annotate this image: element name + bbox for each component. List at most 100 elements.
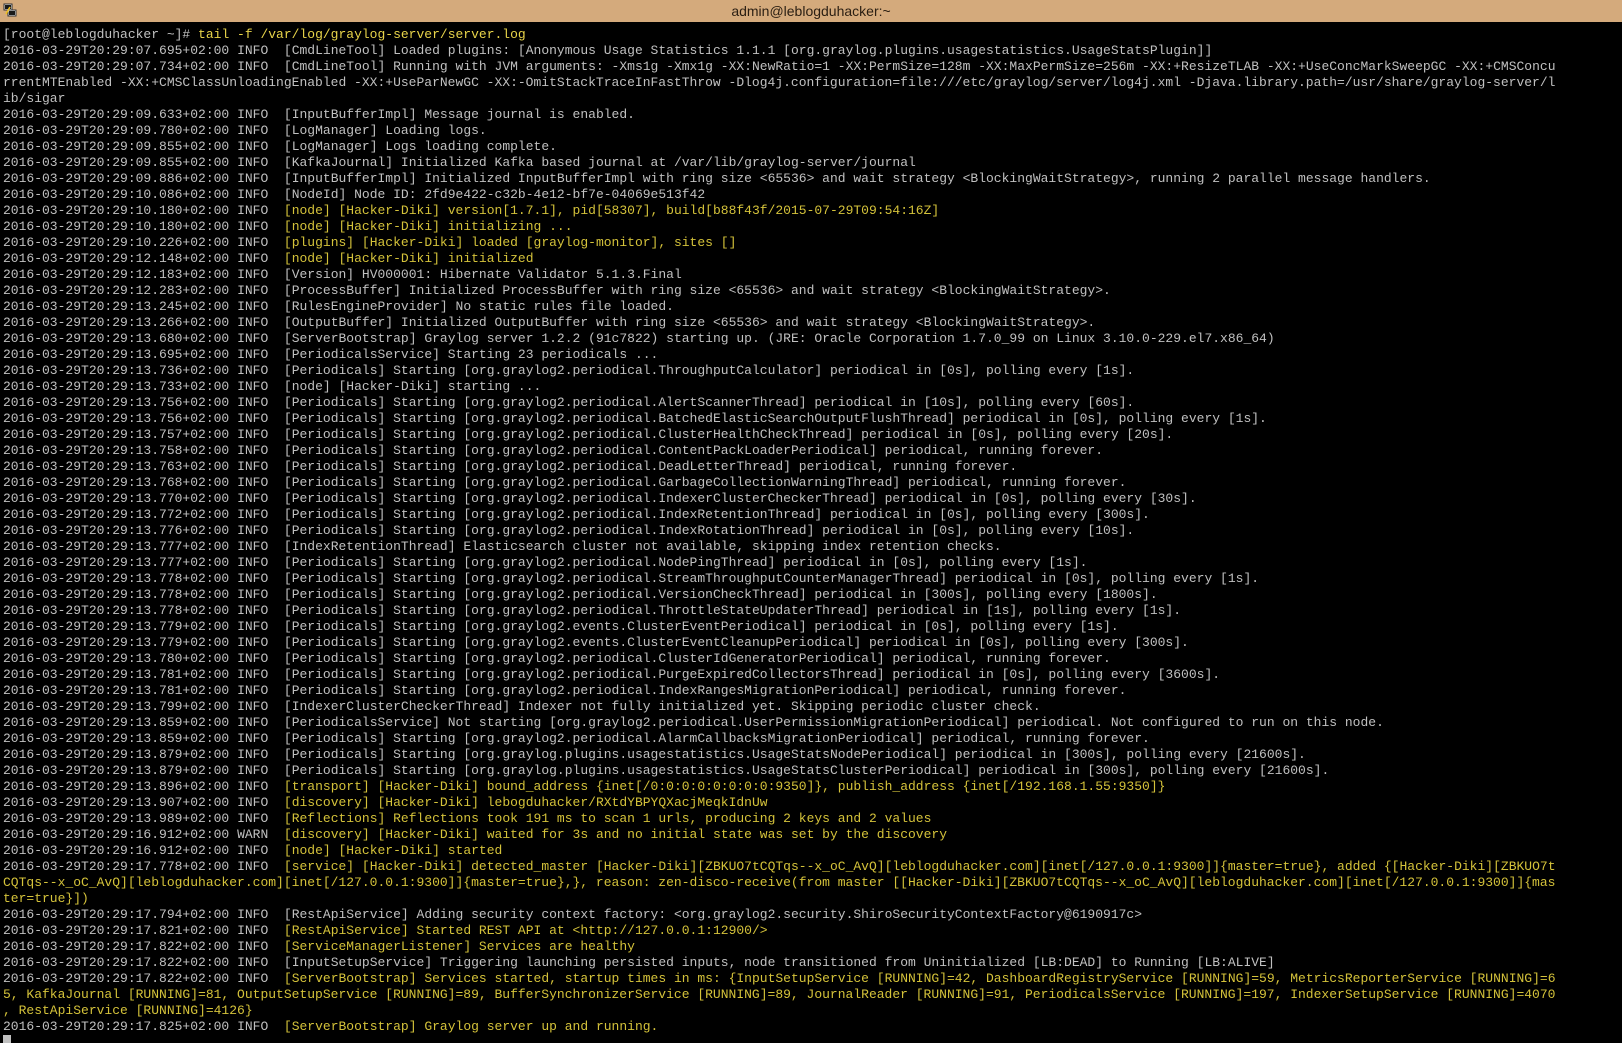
shell-prompt: [root@leblogduhacker ~]# — [3, 27, 199, 42]
log-timestamp: 2016-03-29T20:29:17.822+02:00 — [3, 939, 230, 954]
log-level: INFO — [237, 283, 277, 298]
log-timestamp: 2016-03-29T20:29:13.758+02:00 — [3, 443, 230, 458]
log-continuation: ib/sigar — [3, 91, 66, 106]
terminal-output[interactable]: [root@leblogduhacker ~]# tail -f /var/lo… — [0, 22, 1622, 1043]
log-message: [Periodicals] Starting [org.graylog2.per… — [283, 443, 1104, 458]
log-message: [RestApiService] Adding security context… — [283, 907, 1143, 922]
log-timestamp: 2016-03-29T20:29:13.680+02:00 — [3, 331, 230, 346]
log-continuation: 5, KafkaJournal [RUNNING]=81, OutputSetu… — [3, 987, 1556, 1002]
log-message: [KafkaJournal] Initialized Kafka based j… — [283, 155, 916, 170]
log-line: 2016-03-29T20:29:09.886+02:00 INFO [Inpu… — [3, 171, 1617, 187]
log-level: INFO — [237, 155, 277, 170]
log-timestamp: 2016-03-29T20:29:10.180+02:00 — [3, 203, 230, 218]
log-line: 2016-03-29T20:29:13.680+02:00 INFO [Serv… — [3, 331, 1617, 347]
terminal-window: admin@leblogduhacker:~ [root@leblogduhac… — [0, 0, 1622, 1043]
log-line: 2016-03-29T20:29:13.781+02:00 INFO [Peri… — [3, 683, 1617, 699]
log-message: [Reflections] Reflections took 191 ms to… — [283, 811, 932, 826]
log-level: INFO — [237, 123, 277, 138]
log-level: INFO — [237, 619, 277, 634]
log-line: 2016-03-29T20:29:09.855+02:00 INFO [LogM… — [3, 139, 1617, 155]
log-timestamp: 2016-03-29T20:29:13.781+02:00 — [3, 683, 230, 698]
log-message: [discovery] [Hacker-Diki] lebogduhacker/… — [283, 795, 768, 810]
log-line: 2016-03-29T20:29:13.757+02:00 INFO [Peri… — [3, 427, 1617, 443]
log-timestamp: 2016-03-29T20:29:17.822+02:00 — [3, 955, 230, 970]
log-level: INFO — [237, 459, 277, 474]
terminal-lines: [root@leblogduhacker ~]# tail -f /var/lo… — [3, 27, 1617, 1035]
log-timestamp: 2016-03-29T20:29:09.855+02:00 — [3, 155, 230, 170]
log-level: INFO — [237, 43, 277, 58]
log-timestamp: 2016-03-29T20:29:13.756+02:00 — [3, 395, 230, 410]
log-line: CQTqs--x_oC_AvQ][leblogduhacker.com][ine… — [3, 875, 1617, 891]
log-level: WARN — [237, 827, 277, 842]
log-level: INFO — [237, 443, 277, 458]
log-timestamp: 2016-03-29T20:29:13.859+02:00 — [3, 731, 230, 746]
log-message: [RulesEngineProvider] No static rules fi… — [283, 299, 674, 314]
log-line: 2016-03-29T20:29:13.780+02:00 INFO [Peri… — [3, 651, 1617, 667]
log-message: [Periodicals] Starting [org.graylog2.per… — [283, 587, 1158, 602]
title-bar[interactable]: admin@leblogduhacker:~ — [0, 0, 1622, 22]
log-timestamp: 2016-03-29T20:29:07.734+02:00 — [3, 59, 230, 74]
log-timestamp: 2016-03-29T20:29:13.780+02:00 — [3, 651, 230, 666]
log-message: [Periodicals] Starting [org.graylog2.per… — [283, 395, 1135, 410]
log-timestamp: 2016-03-29T20:29:13.799+02:00 — [3, 699, 230, 714]
log-line: 2016-03-29T20:29:13.758+02:00 INFO [Peri… — [3, 443, 1617, 459]
log-message: [IndexerClusterCheckerThread] Indexer no… — [283, 699, 1041, 714]
log-line: 2016-03-29T20:29:13.907+02:00 INFO [disc… — [3, 795, 1617, 811]
log-line: 2016-03-29T20:29:17.822+02:00 INFO [Inpu… — [3, 955, 1617, 971]
log-continuation: CQTqs--x_oC_AvQ][leblogduhacker.com][ine… — [3, 875, 1556, 890]
log-level: INFO — [237, 363, 277, 378]
log-line: 2016-03-29T20:29:10.086+02:00 INFO [Node… — [3, 187, 1617, 203]
log-line: rrentMTEnabled -XX:+CMSClassUnloadingEna… — [3, 75, 1617, 91]
log-line: 2016-03-29T20:29:09.780+02:00 INFO [LogM… — [3, 123, 1617, 139]
log-level: INFO — [237, 331, 277, 346]
log-timestamp: 2016-03-29T20:29:13.879+02:00 — [3, 763, 230, 778]
log-timestamp: 2016-03-29T20:29:13.245+02:00 — [3, 299, 230, 314]
log-message: [Periodicals] Starting [org.graylog2.eve… — [283, 619, 1119, 634]
log-level: INFO — [237, 635, 277, 650]
log-level: INFO — [237, 107, 277, 122]
log-line: 2016-03-29T20:29:09.855+02:00 INFO [Kafk… — [3, 155, 1617, 171]
log-message: [Periodicals] Starting [org.graylog2.per… — [283, 411, 1267, 426]
log-line: 2016-03-29T20:29:13.777+02:00 INFO [Peri… — [3, 555, 1617, 571]
log-level: INFO — [237, 395, 277, 410]
log-level: INFO — [237, 971, 277, 986]
log-level: INFO — [237, 763, 277, 778]
log-timestamp: 2016-03-29T20:29:13.777+02:00 — [3, 555, 230, 570]
log-level: INFO — [237, 187, 277, 202]
log-message: [Periodicals] Starting [org.graylog2.per… — [283, 427, 1174, 442]
log-line: 2016-03-29T20:29:13.733+02:00 INFO [node… — [3, 379, 1617, 395]
log-line: 2016-03-29T20:29:13.756+02:00 INFO [Peri… — [3, 411, 1617, 427]
log-level: INFO — [237, 219, 277, 234]
log-level: INFO — [237, 811, 277, 826]
log-level: INFO — [237, 555, 277, 570]
log-message: [ServiceManagerListener] Services are he… — [283, 939, 635, 954]
log-line: 2016-03-29T20:29:13.879+02:00 INFO [Peri… — [3, 747, 1617, 763]
log-level: INFO — [237, 491, 277, 506]
log-message: [NodeId] Node ID: 2fd9e422-c32b-4e12-bf7… — [283, 187, 706, 202]
log-message: [Periodicals] Starting [org.graylog2.per… — [283, 571, 1260, 586]
log-timestamp: 2016-03-29T20:29:13.879+02:00 — [3, 747, 230, 762]
log-message: [IndexRetentionThread] Elasticsearch clu… — [283, 539, 1002, 554]
log-line: 2016-03-29T20:29:16.912+02:00 INFO [node… — [3, 843, 1617, 859]
log-timestamp: 2016-03-29T20:29:13.266+02:00 — [3, 315, 230, 330]
log-timestamp: 2016-03-29T20:29:16.912+02:00 — [3, 827, 230, 842]
log-message: [node] [Hacker-Diki] starting ... — [283, 379, 542, 394]
log-line: 2016-03-29T20:29:13.695+02:00 INFO [Peri… — [3, 347, 1617, 363]
log-line: 2016-03-29T20:29:12.283+02:00 INFO [Proc… — [3, 283, 1617, 299]
log-line: 2016-03-29T20:29:13.736+02:00 INFO [Peri… — [3, 363, 1617, 379]
log-timestamp: 2016-03-29T20:29:12.148+02:00 — [3, 251, 230, 266]
log-timestamp: 2016-03-29T20:29:10.086+02:00 — [3, 187, 230, 202]
log-timestamp: 2016-03-29T20:29:09.780+02:00 — [3, 123, 230, 138]
log-timestamp: 2016-03-29T20:29:09.886+02:00 — [3, 171, 230, 186]
log-message: [discovery] [Hacker-Diki] waited for 3s … — [283, 827, 947, 842]
log-timestamp: 2016-03-29T20:29:13.770+02:00 — [3, 491, 230, 506]
window-title: admin@leblogduhacker:~ — [731, 3, 891, 19]
log-timestamp: 2016-03-29T20:29:17.822+02:00 — [3, 971, 230, 986]
log-message: [InputSetupService] Triggering launching… — [283, 955, 1275, 970]
log-message: [Periodicals] Starting [org.graylog.plug… — [283, 763, 1330, 778]
log-level: INFO — [237, 939, 277, 954]
log-message: [node] [Hacker-Diki] started — [283, 843, 503, 858]
log-line: 2016-03-29T20:29:13.781+02:00 INFO [Peri… — [3, 667, 1617, 683]
log-line: 2016-03-29T20:29:10.226+02:00 INFO [plug… — [3, 235, 1617, 251]
log-line: 2016-03-29T20:29:09.633+02:00 INFO [Inpu… — [3, 107, 1617, 123]
